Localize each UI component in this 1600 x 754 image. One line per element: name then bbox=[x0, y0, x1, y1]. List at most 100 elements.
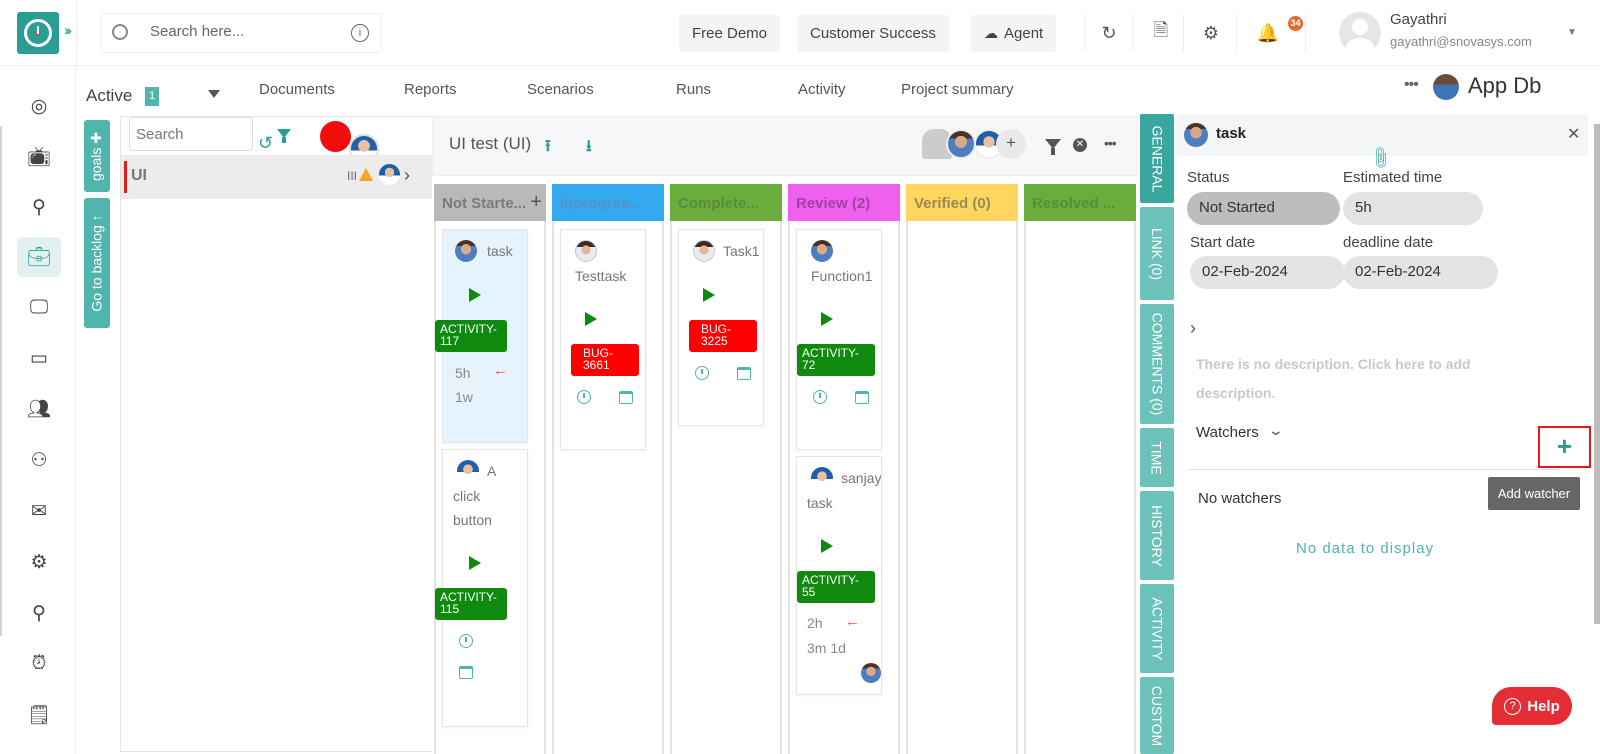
column-header[interactable]: Verified (0) bbox=[906, 184, 1018, 221]
filter-icon[interactable] bbox=[1045, 139, 1061, 155]
play-icon[interactable] bbox=[703, 288, 715, 302]
task-card[interactable]: Function1 ACTIVITY- 72 bbox=[796, 229, 882, 450]
document-icon[interactable]: 🗎 bbox=[1148, 20, 1174, 46]
settings-icon[interactable]: ⚙ bbox=[1198, 20, 1224, 46]
tab-general[interactable]: GENERAL bbox=[1140, 114, 1174, 203]
sidebar-item-dashboard[interactable]: ◎ bbox=[17, 86, 61, 126]
goals-search-input[interactable] bbox=[129, 117, 253, 151]
expand-sidebar-icon[interactable]: ››› bbox=[64, 22, 72, 38]
clear-filter-icon[interactable]: ✕ bbox=[1073, 138, 1087, 152]
sidebar-item-projects[interactable]: 💼︎ bbox=[17, 237, 61, 277]
column-header[interactable]: Inprogres... bbox=[552, 184, 664, 221]
sidebar-item-profile[interactable]: ⚲ bbox=[17, 593, 61, 633]
deadline-date-input[interactable]: 02-Feb-2024 bbox=[1343, 256, 1498, 289]
app-logo[interactable] bbox=[17, 12, 59, 54]
calendar-edit-icon[interactable] bbox=[459, 666, 473, 679]
task-card[interactable]: task ACTIVITY- 117 5h ← 1w bbox=[435, 229, 528, 443]
play-icon[interactable] bbox=[469, 556, 481, 570]
add-watcher-button[interactable]: + bbox=[1538, 426, 1591, 468]
sidebar-item-alarm[interactable]: ⏰︎ bbox=[17, 644, 61, 684]
close-icon[interactable]: ✕ bbox=[1567, 124, 1580, 144]
global-search-input[interactable] bbox=[150, 23, 330, 40]
reset-icon[interactable]: ↺ bbox=[258, 133, 273, 154]
goal-row[interactable]: UI III › bbox=[121, 155, 433, 199]
task-title[interactable]: task bbox=[1216, 125, 1246, 142]
agent-button[interactable]: ☁ Agent bbox=[971, 15, 1057, 52]
sidebar-item-invoice[interactable]: 🗒 bbox=[17, 695, 61, 735]
more-options-icon[interactable]: ••• bbox=[1104, 135, 1117, 151]
add-card-icon[interactable]: + bbox=[530, 191, 542, 214]
project-selector[interactable]: App Db bbox=[1468, 73, 1541, 99]
status-dropdown[interactable]: Not Started bbox=[1187, 192, 1340, 225]
column-header[interactable]: Not Starte... + bbox=[434, 184, 546, 221]
go-to-backlog-tab[interactable]: Go to backlog ↑ bbox=[84, 198, 110, 328]
tab-comments[interactable]: COMMENTS (0) bbox=[1140, 304, 1174, 424]
clock-icon[interactable] bbox=[813, 390, 827, 404]
sidebar-item-monitor[interactable]: 🖵 bbox=[17, 288, 61, 328]
tab-activity[interactable]: ACTIVITY bbox=[1140, 584, 1174, 673]
card-tag[interactable]: BUG- 3661 bbox=[571, 344, 639, 376]
sidebar-item-mail[interactable]: ✉ bbox=[17, 491, 61, 531]
card-tag[interactable]: ACTIVITY- 55 bbox=[797, 571, 875, 603]
description-placeholder[interactable]: There is no description. Click here to a… bbox=[1196, 350, 1496, 408]
tab-runs[interactable]: Runs bbox=[676, 81, 711, 98]
calendar-edit-icon[interactable] bbox=[855, 391, 869, 404]
play-icon[interactable] bbox=[821, 539, 833, 553]
card-tag[interactable]: ACTIVITY- 115 bbox=[435, 588, 507, 620]
sidebar-item-billing[interactable]: ▭ bbox=[17, 338, 61, 378]
download-icon[interactable]: ⭳ bbox=[586, 135, 592, 162]
card-tag[interactable]: ACTIVITY- 117 bbox=[435, 320, 507, 352]
tab-project-summary[interactable]: Project summary bbox=[901, 81, 1014, 98]
tab-reports[interactable]: Reports bbox=[404, 81, 457, 98]
detail-scrollbar[interactable] bbox=[1594, 124, 1600, 624]
calendar-edit-icon[interactable] bbox=[737, 367, 751, 380]
info-icon[interactable]: i bbox=[351, 24, 369, 42]
start-date-input[interactable]: 02-Feb-2024 bbox=[1190, 256, 1345, 289]
filter-icon[interactable] bbox=[277, 129, 291, 143]
active-filter-label[interactable]: Active bbox=[86, 86, 132, 106]
sidebar-item-users[interactable]: 👥︎ bbox=[17, 389, 61, 429]
task-card[interactable]: A click button ACTIVITY- 115 bbox=[435, 449, 528, 727]
customer-success-button[interactable]: Customer Success bbox=[797, 15, 949, 52]
tab-documents[interactable]: Documents bbox=[259, 81, 335, 98]
estimated-time-input[interactable]: 5h bbox=[1343, 192, 1483, 225]
tab-time[interactable]: TIME bbox=[1140, 428, 1174, 487]
sidebar-item-team[interactable]: ⚇ bbox=[17, 440, 61, 480]
calendar-edit-icon[interactable] bbox=[619, 391, 633, 404]
task-card[interactable]: Task1 BUG- 3225 bbox=[678, 229, 764, 426]
chevron-right-icon[interactable]: › bbox=[404, 165, 410, 186]
task-card[interactable]: sanjay task ACTIVITY- 55 2h ← 3m 1d bbox=[796, 456, 882, 695]
help-button[interactable]: ? Help bbox=[1492, 687, 1572, 725]
user-avatar[interactable] bbox=[1339, 12, 1381, 54]
active-dropdown-caret-icon[interactable] bbox=[208, 90, 220, 98]
member-avatar[interactable] bbox=[946, 129, 976, 159]
task-card[interactable]: Testtask BUG- 3661 bbox=[560, 229, 646, 450]
sidebar-item-tv[interactable]: 📺︎ bbox=[17, 137, 61, 177]
more-options-icon[interactable]: ••• bbox=[1404, 76, 1419, 94]
play-icon[interactable] bbox=[821, 312, 833, 326]
sidebar-item-user[interactable]: ⚲ bbox=[17, 187, 61, 227]
play-icon[interactable] bbox=[585, 312, 597, 326]
column-header[interactable]: Review (2) bbox=[788, 184, 900, 221]
column-header[interactable]: Complete... bbox=[670, 184, 782, 221]
upload-icon[interactable]: ⭱ bbox=[545, 135, 551, 162]
card-tag[interactable]: ACTIVITY- 72 bbox=[797, 344, 875, 376]
goals-tab[interactable]: goals ✚ bbox=[84, 120, 110, 192]
tab-link[interactable]: LINK (0) bbox=[1140, 207, 1174, 300]
chevron-right-icon[interactable]: › bbox=[1190, 318, 1196, 339]
user-menu-caret-icon[interactable]: ▼ bbox=[1567, 27, 1577, 38]
tab-scenarios[interactable]: Scenarios bbox=[527, 81, 594, 98]
sidebar-item-settings[interactable]: ⚙ bbox=[17, 542, 61, 582]
tab-history[interactable]: HISTORY bbox=[1140, 491, 1174, 580]
card-tag[interactable]: BUG- 3225 bbox=[689, 320, 757, 352]
clock-icon[interactable] bbox=[577, 390, 591, 404]
bell-icon[interactable]: 🔔 bbox=[1255, 20, 1281, 46]
sidebar-scrollbar[interactable] bbox=[0, 126, 2, 636]
play-icon[interactable] bbox=[469, 288, 481, 302]
clock-icon[interactable] bbox=[459, 634, 473, 648]
chevron-down-icon[interactable]: ⌄ bbox=[1268, 422, 1284, 439]
add-member-button[interactable]: + bbox=[996, 129, 1026, 159]
tab-custom[interactable]: CUSTOM bbox=[1140, 677, 1174, 754]
free-demo-button[interactable]: Free Demo bbox=[679, 15, 781, 52]
tab-activity[interactable]: Activity bbox=[798, 81, 846, 98]
